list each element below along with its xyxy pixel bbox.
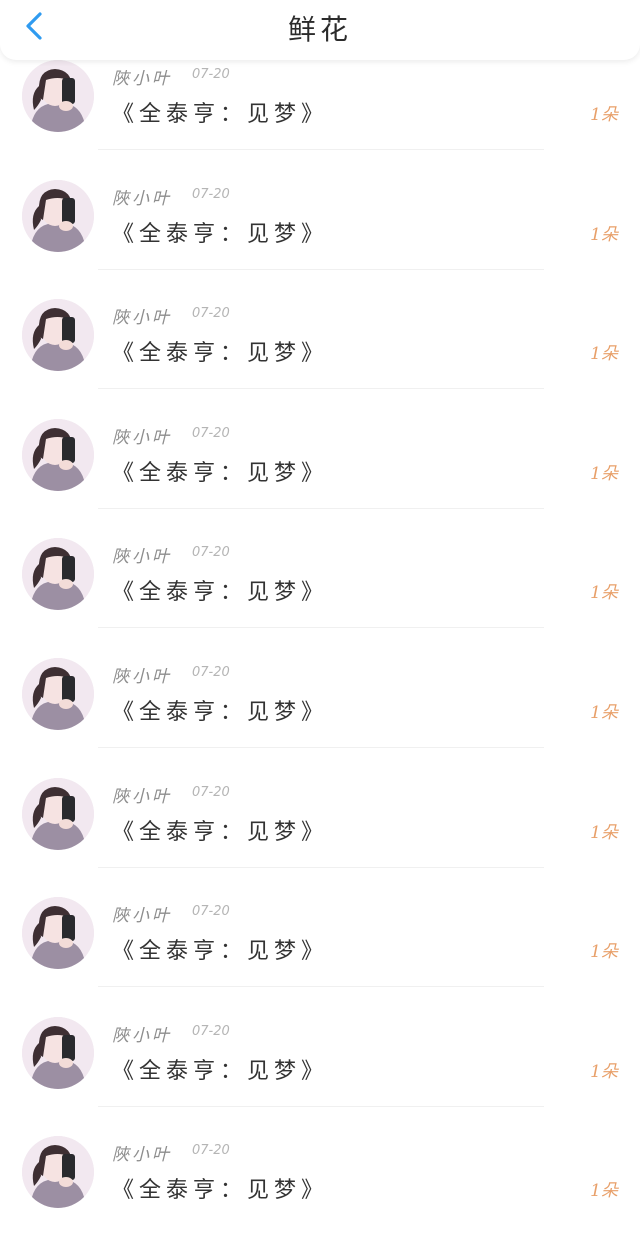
work-title[interactable]: 《全泰亨：见梦》 [112,1053,328,1085]
avatar[interactable] [22,538,94,611]
row-divider [98,268,544,270]
avatar[interactable] [22,1136,94,1209]
avatar-image [22,1016,94,1089]
work-title[interactable]: 《全泰亨：见梦》 [112,814,328,846]
record-date: 07-20 [192,186,230,202]
flower-count: 1朵 [590,1181,618,1202]
list-item[interactable]: 陜小叶 07-20 《全泰亨：见梦》 1朵 [0,1136,640,1256]
flower-record-list: 陜小叶 07-20 《全泰亨：见梦》 1朵 陜小叶 07-20 《全泰亨：见梦》… [0,0,640,1209]
user-name[interactable]: 陜小叶 [112,184,172,209]
list-item[interactable]: 陜小叶 07-20 《全泰亨：见梦》 1朵 [0,777,640,898]
list-item[interactable]: 陜小叶 07-20 《全泰亨：见梦》 1朵 [0,299,640,419]
flower-count: 1朵 [590,463,618,484]
record-date: 07-20 [192,665,230,680]
avatar-image [22,418,94,491]
avatar-image [22,777,94,850]
list-item[interactable]: 陜小叶 07-20 《全泰亨：见梦》 1朵 [0,1016,640,1137]
record-date: 07-20 [192,1143,230,1159]
avatar[interactable] [22,897,94,970]
user-name[interactable]: 陜小叶 [112,64,172,89]
row-divider [98,507,544,509]
flower-count: 1朵 [590,703,618,723]
avatar[interactable] [22,777,94,850]
list-item[interactable]: 陜小叶 07-20 《全泰亨：见梦》 1朵 [0,418,640,539]
avatar[interactable] [22,299,94,372]
record-date: 07-20 [192,1023,230,1039]
work-title[interactable]: 《全泰亨：见梦》 [112,1172,328,1204]
avatar[interactable] [22,1016,94,1089]
flower-count: 1朵 [590,224,618,245]
user-name[interactable]: 陜小叶 [112,303,172,328]
record-date: 07-20 [192,545,230,561]
avatar[interactable] [22,179,94,252]
list-item[interactable]: 陜小叶 07-20 《全泰亨：见梦》 1朵 [0,60,640,180]
work-title[interactable]: 《全泰亨：见梦》 [112,96,328,128]
flower-count: 1朵 [590,105,618,125]
record-date: 07-20 [192,306,230,322]
list-item[interactable]: 陜小叶 07-20 《全泰亨：见梦》 1朵 [0,179,640,300]
work-title[interactable]: 《全泰亨：见梦》 [112,933,328,965]
avatar[interactable] [22,418,94,491]
work-title[interactable]: 《全泰亨：见梦》 [112,455,328,487]
user-name[interactable]: 陜小叶 [112,782,172,807]
flower-count: 1朵 [590,1061,618,1082]
avatar-image [22,299,94,372]
list-item[interactable]: 陜小叶 07-20 《全泰亨：见梦》 1朵 [0,658,640,778]
flower-count: 1朵 [590,583,618,604]
row-divider [98,388,544,390]
row-divider [98,1105,544,1107]
row-divider [98,627,544,629]
record-date: 07-20 [192,904,230,920]
flower-count: 1朵 [590,344,618,365]
row-divider [98,986,544,988]
user-name[interactable]: 陜小叶 [112,1021,172,1046]
work-title[interactable]: 《全泰亨：见梦》 [112,574,328,606]
user-name[interactable]: 陜小叶 [112,662,172,687]
flower-count: 1朵 [590,822,618,843]
row-divider [98,747,544,748]
work-title[interactable]: 《全泰亨：见梦》 [112,694,328,726]
flower-count: 1朵 [590,942,618,963]
work-title[interactable]: 《全泰亨：见梦》 [112,216,328,248]
list-item[interactable]: 陜小叶 07-20 《全泰亨：见梦》 1朵 [0,538,640,658]
page-title: 鲜花 [287,13,352,46]
row-divider [98,866,544,868]
record-date: 07-20 [192,67,230,82]
work-title[interactable]: 《全泰亨：见梦》 [112,335,328,367]
avatar[interactable] [22,60,94,132]
avatar-image [22,179,94,252]
user-name[interactable]: 陜小叶 [112,423,172,448]
avatar-image [22,658,94,730]
record-date: 07-20 [192,425,230,441]
record-date: 07-20 [192,784,230,800]
avatar-image [22,1136,94,1209]
user-name[interactable]: 陜小叶 [112,1140,172,1165]
user-name[interactable]: 陜小叶 [112,542,172,567]
top-bar: 鲜花 [0,0,640,60]
user-name[interactable]: 陜小叶 [112,901,172,926]
avatar-image [22,60,94,132]
avatar-image [22,897,94,970]
avatar-image [22,538,94,611]
row-divider [98,149,544,150]
avatar[interactable] [22,658,94,730]
list-item[interactable]: 陜小叶 07-20 《全泰亨：见梦》 1朵 [0,897,640,1017]
